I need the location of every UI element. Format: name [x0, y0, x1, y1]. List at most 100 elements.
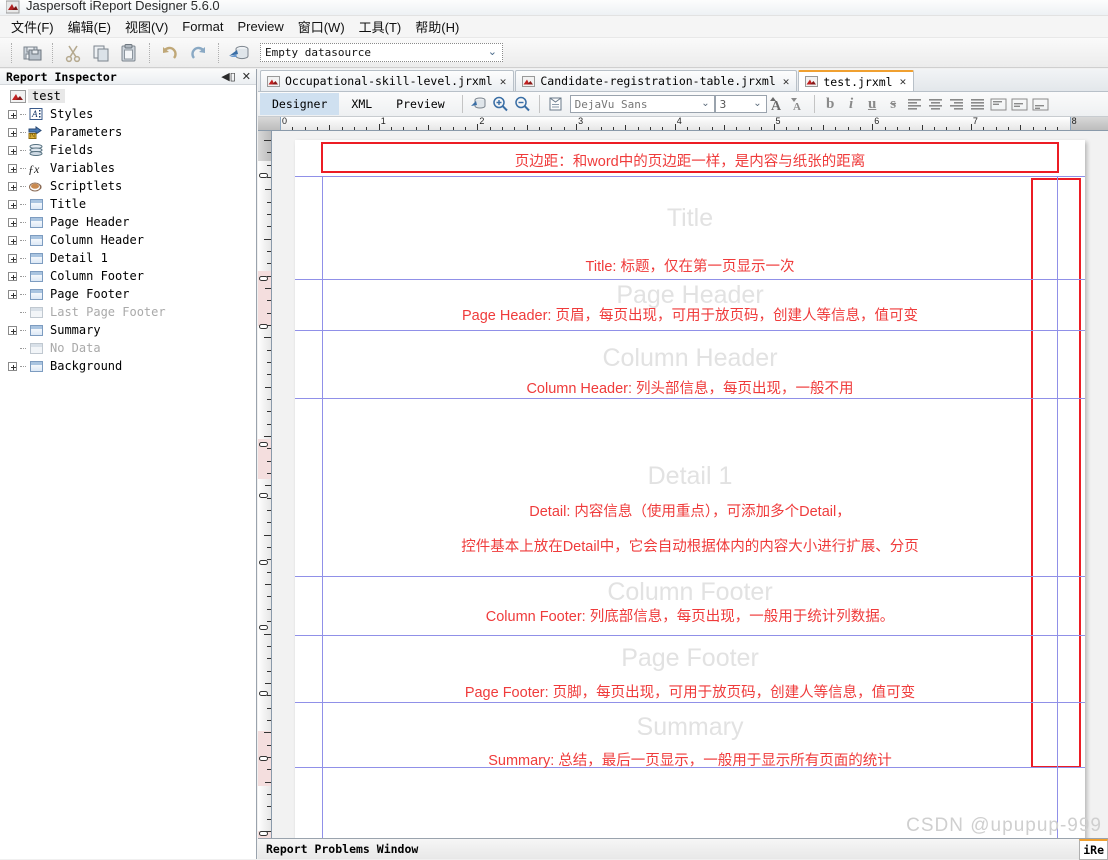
- chevron-down-icon[interactable]: ⌄: [488, 47, 497, 58]
- italic-icon[interactable]: i: [841, 94, 862, 115]
- band-resize-handle[interactable]: [259, 831, 268, 836]
- zoom-in-icon[interactable]: [490, 94, 512, 114]
- report-properties-icon[interactable]: [545, 94, 567, 114]
- vertical-ruler[interactable]: [258, 131, 272, 859]
- expand-toggle-icon[interactable]: [4, 321, 20, 339]
- menu-tools[interactable]: 工具(T): [352, 15, 409, 38]
- tree-item-page-footer[interactable]: Page Footer: [4, 285, 256, 303]
- expand-toggle-icon[interactable]: [4, 105, 20, 123]
- menu-window[interactable]: 窗口(W): [291, 15, 352, 38]
- expand-toggle-icon[interactable]: [4, 249, 20, 267]
- chevron-down-icon[interactable]: ⌄: [701, 98, 709, 109]
- band-column-footer[interactable]: Column Footer Column Footer: 列底部信息，每页出现，…: [295, 577, 1085, 635]
- font-size-combo[interactable]: 3 ⌄: [714, 95, 767, 113]
- minimize-icon[interactable]: ◀▯: [221, 70, 236, 83]
- expand-toggle-icon[interactable]: [4, 159, 20, 177]
- report-page[interactable]: 页边距：和word中的页边距一样，是内容与纸张的距离 Title Title: …: [295, 140, 1085, 844]
- tree-item-background[interactable]: Background: [4, 357, 256, 375]
- expand-toggle-icon[interactable]: [4, 357, 20, 375]
- band-page-header[interactable]: Page Header Page Header: 页眉，每页出现，可用于放页码，…: [295, 280, 1085, 330]
- cut-icon[interactable]: [60, 41, 86, 65]
- band-page-footer[interactable]: Page Footer Page Footer: 页脚，每页出现，可用于放页码，…: [295, 636, 1085, 702]
- band-title[interactable]: Title Title: 标题，仅在第一页显示一次: [295, 176, 1085, 279]
- tab-candidate-registration-table[interactable]: Candidate-registration-table.jrxml ✕: [515, 70, 798, 91]
- tab-close-icon[interactable]: ✕: [498, 75, 507, 88]
- expand-toggle-icon[interactable]: [4, 177, 20, 195]
- band-resize-handle[interactable]: [259, 324, 268, 329]
- copy-icon[interactable]: [88, 41, 114, 65]
- expand-toggle-icon[interactable]: [4, 123, 20, 141]
- paste-icon[interactable]: [116, 41, 142, 65]
- align-center-icon[interactable]: [925, 94, 946, 115]
- align-justify-icon[interactable]: [967, 94, 988, 115]
- tree-item-column-footer[interactable]: Column Footer: [4, 267, 256, 285]
- horizontal-ruler[interactable]: 0 1 2 3 4 5 6 7 8: [258, 117, 1108, 131]
- undo-icon[interactable]: [157, 41, 183, 65]
- ireport-side-tab[interactable]: iRe: [1079, 839, 1108, 860]
- band-resize-handle[interactable]: [259, 625, 268, 630]
- increase-font-icon[interactable]: A: [767, 94, 788, 115]
- menu-view[interactable]: 视图(V): [118, 15, 175, 38]
- tree-item-last-page-footer[interactable]: Last Page Footer: [4, 303, 256, 321]
- band-resize-handle[interactable]: [259, 560, 268, 565]
- tree-item-parameters[interactable]: IN Parameters: [4, 123, 256, 141]
- tree-item-column-header[interactable]: Column Header: [4, 231, 256, 249]
- close-icon[interactable]: ✕: [242, 70, 251, 83]
- tree-item-page-header[interactable]: Page Header: [4, 213, 256, 231]
- tree-item-styles[interactable]: A Styles: [4, 105, 256, 123]
- expand-toggle-icon[interactable]: [4, 267, 20, 285]
- view-tab-xml[interactable]: XML: [339, 93, 384, 115]
- align-left-icon[interactable]: [904, 94, 925, 115]
- valign-bottom-icon[interactable]: [1030, 94, 1051, 115]
- tab-close-icon[interactable]: ✕: [898, 75, 907, 88]
- datasource-icon[interactable]: [226, 41, 252, 65]
- save-all-icon[interactable]: [19, 41, 45, 65]
- menu-file[interactable]: 文件(F): [4, 15, 61, 38]
- tree-root-test[interactable]: test: [4, 87, 256, 105]
- tree-item-summary[interactable]: Summary: [4, 321, 256, 339]
- tree-item-variables[interactable]: ƒx Variables: [4, 159, 256, 177]
- tree-item-scriptlets[interactable]: Scriptlets: [4, 177, 256, 195]
- redo-icon[interactable]: [185, 41, 211, 65]
- align-right-icon[interactable]: [946, 94, 967, 115]
- band-resize-handle[interactable]: [259, 756, 268, 761]
- band-resize-handle[interactable]: [259, 691, 268, 696]
- menu-format[interactable]: Format: [175, 17, 230, 36]
- band-summary[interactable]: Summary Summary: 总结，最后一页显示，一般用于显示所有页面的统计: [295, 703, 1085, 769]
- expand-toggle-icon[interactable]: [4, 231, 20, 249]
- expand-toggle-icon[interactable]: [4, 141, 20, 159]
- report-problems-window[interactable]: Report Problems Window iRe: [258, 838, 1108, 860]
- expand-toggle-icon[interactable]: [4, 213, 20, 231]
- view-tab-preview[interactable]: Preview: [384, 93, 456, 115]
- tree-item-fields[interactable]: Fields: [4, 141, 256, 159]
- tab-close-icon[interactable]: ✕: [781, 75, 790, 88]
- view-tab-designer[interactable]: Designer: [260, 93, 340, 115]
- valign-top-icon[interactable]: [988, 94, 1009, 115]
- menu-edit[interactable]: 编辑(E): [61, 15, 118, 38]
- band-column-header[interactable]: Column Header Column Header: 列头部信息，每页出现，…: [295, 331, 1085, 398]
- font-name-combo[interactable]: DejaVu Sans ⌄: [569, 95, 715, 113]
- bold-icon[interactable]: b: [820, 94, 841, 115]
- tree-item-no-data[interactable]: No Data: [4, 339, 256, 357]
- tree-item-detail-1[interactable]: Detail 1: [4, 249, 256, 267]
- menu-preview[interactable]: Preview: [230, 17, 290, 36]
- strikethrough-icon[interactable]: s: [883, 94, 904, 115]
- expand-toggle-icon[interactable]: [4, 195, 20, 213]
- tab-test[interactable]: test.jrxml ✕: [798, 70, 915, 91]
- tree-item-title[interactable]: Title: [4, 195, 256, 213]
- valign-middle-icon[interactable]: [1009, 94, 1030, 115]
- band-resize-handle[interactable]: [259, 173, 268, 178]
- band-detail-1[interactable]: Detail 1 Detail: 内容信息（使用重点），可添加多个Detail，…: [295, 399, 1085, 576]
- chevron-down-icon[interactable]: ⌄: [753, 98, 761, 109]
- datasource-small-icon[interactable]: [468, 94, 490, 114]
- menu-help[interactable]: 帮助(H): [408, 15, 466, 38]
- expand-toggle-icon[interactable]: [4, 285, 20, 303]
- underline-icon[interactable]: u: [862, 94, 883, 115]
- band-resize-handle[interactable]: [259, 276, 268, 281]
- band-resize-handle[interactable]: [259, 493, 268, 498]
- zoom-out-icon[interactable]: [512, 94, 534, 114]
- design-canvas[interactable]: 页边距：和word中的页边距一样，是内容与纸张的距离 Title Title: …: [273, 131, 1108, 844]
- decrease-font-icon[interactable]: A: [788, 94, 809, 115]
- datasource-combo[interactable]: Empty datasource ⌄: [260, 43, 503, 62]
- band-resize-handle[interactable]: [259, 442, 268, 447]
